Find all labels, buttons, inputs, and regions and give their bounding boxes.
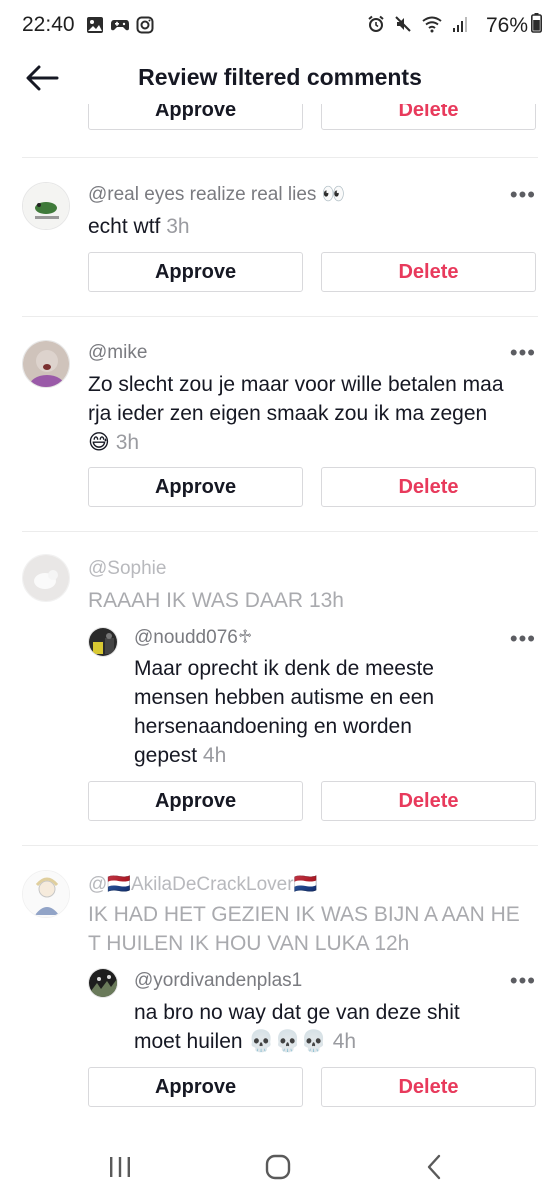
status-time: 22:40 xyxy=(22,13,75,36)
divider xyxy=(22,531,538,532)
reply-username[interactable]: @noudd076♱ xyxy=(134,626,252,649)
delete-button[interactable]: Delete xyxy=(321,1067,536,1107)
reply-time: 4h xyxy=(202,744,227,767)
comment-body: IK HAD HET GEZIEN IK WAS BIJN A AAN HE T… xyxy=(88,903,520,955)
reply-text: Maar oprecht ik denk de meeste mensen he… xyxy=(134,654,434,770)
comment-time: 12h xyxy=(374,932,410,955)
status-bar: 22:40 76% xyxy=(0,0,560,52)
battery-icon xyxy=(531,13,542,39)
reply-body: na bro no way dat ge van deze shit moet … xyxy=(134,1001,460,1053)
avatar[interactable] xyxy=(22,554,70,602)
approve-button[interactable]: Approve xyxy=(88,1067,303,1107)
mute-icon xyxy=(394,15,412,38)
navigation-bar xyxy=(0,1136,560,1200)
filtered-comments-list[interactable]: Approve Delete @real eyes realize real l… xyxy=(0,104,560,1136)
comment-username[interactable]: @real eyes realize real lies 👀 xyxy=(88,182,345,206)
comment-body: RAAAH IK WAS DAAR xyxy=(88,589,304,612)
approve-button[interactable]: Approve xyxy=(88,467,303,507)
wifi-icon xyxy=(421,15,443,38)
avatar[interactable] xyxy=(88,627,118,657)
alarm-icon xyxy=(367,15,385,38)
avatar[interactable] xyxy=(22,870,70,918)
comment-text: IK HAD HET GEZIEN IK WAS BIJN A AAN HE T… xyxy=(88,900,520,958)
comment-text: Zo slecht zou je maar voor wille betalen… xyxy=(88,370,504,457)
signal-icon xyxy=(452,15,468,38)
reply-text: na bro no way dat ge van deze shit moet … xyxy=(134,998,460,1056)
more-options-icon[interactable]: ••• xyxy=(510,628,536,650)
avatar[interactable] xyxy=(22,182,70,230)
reply-body: Maar oprecht ik denk de meeste mensen he… xyxy=(134,657,435,767)
delete-button[interactable]: Delete xyxy=(321,104,536,130)
header: Review filtered comments xyxy=(0,52,560,104)
divider xyxy=(22,157,538,158)
gallery-icon xyxy=(86,16,104,39)
battery-indicator: 76% xyxy=(486,13,542,39)
more-options-icon[interactable]: ••• xyxy=(510,184,536,206)
delete-button[interactable]: Delete xyxy=(321,252,536,292)
avatar[interactable] xyxy=(88,968,118,998)
reply-username[interactable]: @yordivandenplas1 xyxy=(134,970,302,992)
approve-button[interactable]: Approve xyxy=(88,252,303,292)
approve-button[interactable]: Approve xyxy=(88,104,303,130)
comment-username[interactable]: @🇳🇱AkilaDeCrackLover🇳🇱 xyxy=(88,872,317,896)
comment-time: 13h xyxy=(308,589,344,612)
comment-body: echt wtf xyxy=(88,215,161,238)
comment-body: Zo slecht zou je maar voor wille betalen… xyxy=(88,373,504,454)
approve-button[interactable]: Approve xyxy=(88,781,303,821)
comment-text: echt wtf 3h xyxy=(88,212,190,241)
instagram-icon xyxy=(136,16,154,39)
more-options-icon[interactable]: ••• xyxy=(510,342,536,364)
avatar[interactable] xyxy=(22,340,70,388)
delete-button[interactable]: Delete xyxy=(321,467,536,507)
comment-time: 3h xyxy=(166,215,190,238)
more-options-icon[interactable]: ••• xyxy=(510,970,536,992)
battery-percent: 76% xyxy=(485,14,528,37)
page-title: Review filtered comments xyxy=(138,64,422,90)
comment-username[interactable]: @mike xyxy=(88,342,147,364)
divider xyxy=(22,845,538,846)
recent-apps-icon[interactable] xyxy=(100,1150,140,1184)
comment-username[interactable]: @Sophie xyxy=(88,558,166,580)
reply-time: 4h xyxy=(332,1030,357,1053)
game-controller-icon xyxy=(110,16,130,39)
home-icon[interactable] xyxy=(258,1150,298,1184)
divider xyxy=(22,316,538,317)
back-nav-icon[interactable] xyxy=(414,1150,454,1184)
comment-text: RAAAH IK WAS DAAR 13h xyxy=(88,586,344,615)
delete-button[interactable]: Delete xyxy=(321,781,536,821)
comment-time: 3h xyxy=(115,431,140,454)
